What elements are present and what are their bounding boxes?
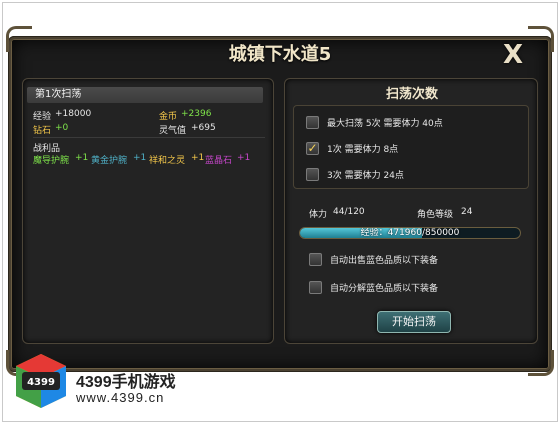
frame-corner-decoration (6, 26, 32, 52)
sweep-result-panel: 第1次扫荡 经验 +18000 金币 +2396 钻石 +0 灵气值 +695 … (22, 78, 274, 344)
aura-value: +695 (191, 123, 216, 133)
auto-sell-label: 自动出售蓝色品质以下装备 (330, 255, 439, 266)
dialog-title: 城镇下水道5 (228, 44, 332, 65)
sweep-option-once[interactable]: ✓ 1次 需要体力 8点 (306, 140, 398, 156)
logo-text: 4399 (27, 377, 55, 388)
exp-bar-value: 471960/850000 (387, 228, 460, 238)
diamond-value: +0 (55, 123, 69, 133)
brand-name: 4399手机游戏 (76, 374, 176, 391)
close-button[interactable]: X (498, 40, 528, 70)
sweep-round-header: 第1次扫荡 (27, 87, 263, 103)
exp-value: +18000 (55, 109, 92, 119)
aura-label: 灵气值 (159, 126, 187, 136)
gold-label: 金币 (159, 112, 178, 122)
sweep-option-label: 最大扫荡 5次 需要体力 40点 (327, 118, 443, 129)
loot-item-name: 蓝晶石 (205, 156, 233, 166)
level-label: 角色等级 (417, 210, 454, 220)
frame-corner-decoration (528, 26, 554, 52)
exp-label: 经验 (33, 112, 52, 122)
frame-corner-decoration (528, 350, 554, 376)
loot-item-name: 魔导护腕 (33, 156, 70, 166)
stamina-value: 44/120 (333, 207, 365, 217)
loot-item-name: 祥和之灵 (149, 156, 186, 166)
loot-item-qty: +1 (237, 153, 251, 163)
level-value: 24 (461, 207, 473, 217)
exp-bar-label: 经验： (360, 228, 388, 238)
exp-progress-text: 经验：471960/850000 (300, 228, 520, 238)
sweep-option-label: 3次 需要体力 24点 (327, 170, 404, 181)
loot-item-name: 黄金护腕 (91, 156, 128, 166)
auto-decompose-toggle[interactable]: 自动分解蓝色品质以下装备 (309, 279, 438, 295)
loot-item-qty: +1 (133, 153, 147, 163)
sweep-option-label: 1次 需要体力 8点 (327, 144, 399, 155)
sweep-count-title: 扫荡次数 (385, 87, 438, 102)
start-sweep-button[interactable]: 开始扫荡 (377, 311, 451, 333)
auto-decompose-label: 自动分解蓝色品质以下装备 (330, 283, 439, 294)
4399-logo-icon: 4399 (16, 354, 66, 408)
stamina-label: 体力 (309, 210, 328, 220)
checkbox-icon[interactable] (309, 280, 322, 294)
divider (33, 137, 265, 138)
sweep-option-three[interactable]: 3次 需要体力 24点 (306, 166, 404, 182)
checkbox-icon[interactable] (306, 115, 319, 129)
checkbox-icon[interactable] (309, 252, 322, 266)
sweep-options-panel: 扫荡次数 最大扫荡 5次 需要体力 40点 ✓ 1次 需要体力 8点 3次 需要… (284, 78, 538, 344)
exp-progress-bar: 经验：471960/850000 (299, 227, 521, 239)
diamond-label: 钻石 (33, 126, 52, 136)
sweep-option-max[interactable]: 最大扫荡 5次 需要体力 40点 (306, 114, 443, 130)
loot-item-qty: +1 (191, 153, 205, 163)
brand-url: www.4399.cn (76, 390, 165, 405)
sweep-option-group: 最大扫荡 5次 需要体力 40点 ✓ 1次 需要体力 8点 3次 需要体力 24… (293, 105, 529, 189)
gold-value: +2396 (181, 109, 212, 119)
checkmark-icon[interactable]: ✓ (306, 141, 319, 155)
auto-sell-toggle[interactable]: 自动出售蓝色品质以下装备 (309, 251, 438, 267)
loot-item-qty: +1 (75, 153, 89, 163)
checkbox-icon[interactable] (306, 167, 319, 181)
